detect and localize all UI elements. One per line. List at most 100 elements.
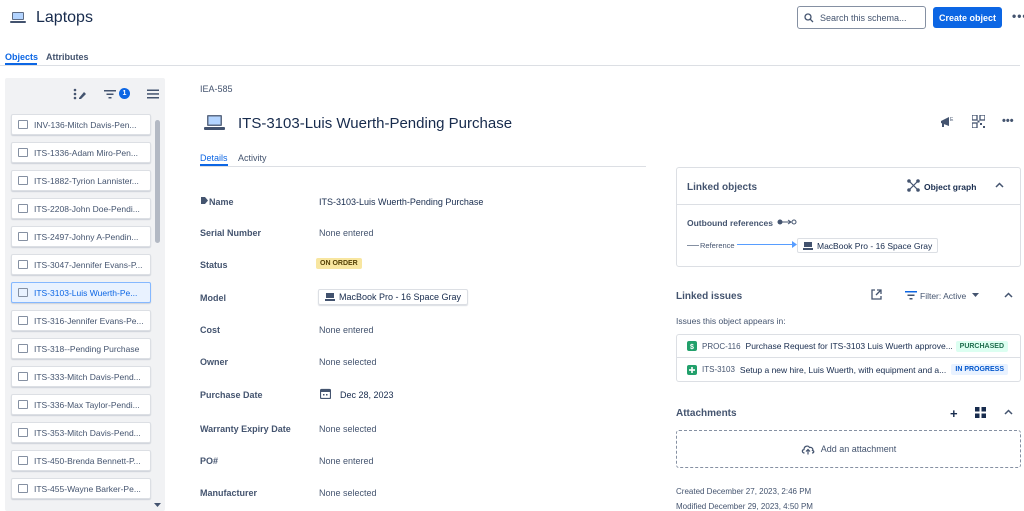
object-title: ITS-3103-Luis Wuerth-Pending Purchase	[238, 115, 513, 132]
list-item[interactable]: ITS-3047-Jennifer Evans-P...	[11, 254, 151, 275]
outbound-references-label: Outbound references	[687, 218, 773, 228]
list-item-label: ITS-2208-John Doe-Pendi...	[34, 203, 140, 214]
list-item-label: ITS-455-Wayne Barker-Pe...	[34, 483, 141, 494]
attr-label-serial: Serial Number	[200, 228, 262, 238]
attr-label-po: PO#	[200, 456, 219, 466]
attr-value-serial[interactable]: None entered	[319, 228, 374, 238]
list-item[interactable]: INV-136-Mitch Davis-Pen...	[11, 114, 151, 135]
attr-value-name[interactable]: ITS-3103-Luis Wuerth-Pending Purchase	[319, 197, 483, 207]
chevron-down-icon[interactable]	[972, 293, 979, 298]
add-attachment-plus-icon[interactable]: +	[950, 406, 958, 421]
tab-objects[interactable]: Objects	[5, 52, 38, 62]
reference-label: Reference	[700, 241, 735, 250]
page-title: Laptops	[36, 9, 93, 26]
list-item-label: ITS-316-Jennifer Evans-Pe...	[34, 315, 144, 326]
search-input[interactable]	[820, 12, 920, 23]
search-icon	[804, 12, 814, 23]
list-item[interactable]: ITS-333-Mitch Davis-Pend...	[11, 366, 151, 387]
list-item[interactable]: ITS-318--Pending Purchase	[11, 338, 151, 359]
issue-row[interactable]: $ PROC-116 Purchase Request for ITS-3103…	[676, 334, 1021, 358]
list-item[interactable]: ITS-3103-Luis Wuerth-Pe...	[11, 282, 151, 303]
list-item-label: ITS-2497-Johny A-Pendin...	[34, 231, 139, 242]
attr-value-po[interactable]: None entered	[319, 456, 374, 466]
object-type-icon	[18, 176, 28, 185]
attr-value-cost[interactable]: None entered	[319, 325, 374, 335]
attr-value-warranty[interactable]: None selected	[319, 424, 377, 434]
list-item[interactable]: ITS-336-Max Taylor-Pendi...	[11, 394, 151, 415]
attr-label-purchase-date: Purchase Date	[200, 390, 263, 400]
add-attachment-dropzone[interactable]: Add an attachment	[676, 430, 1021, 468]
svg-text:$: $	[690, 344, 694, 351]
tab-activity[interactable]: Activity	[238, 153, 267, 163]
reference-target-chip[interactable]: MacBook Pro - 16 Space Gray	[797, 238, 939, 253]
object-type-icon	[18, 120, 28, 129]
qr-code-icon[interactable]	[972, 115, 985, 128]
list-item[interactable]: ITS-316-Jennifer Evans-Pe...	[11, 310, 151, 331]
label-icon	[201, 197, 208, 204]
tab-details[interactable]: Details	[200, 153, 228, 163]
list-item-label: INV-136-Mitch Davis-Pen...	[34, 119, 137, 130]
filter-icon[interactable]	[104, 89, 116, 99]
menu-icon[interactable]	[147, 89, 159, 99]
add-attachment-label: Add an attachment	[820, 444, 897, 454]
chevron-up-icon[interactable]	[1004, 409, 1013, 415]
status-badge[interactable]: ON ORDER	[316, 258, 362, 269]
list-item-label: ITS-450-Brenda Bennett-P...	[34, 455, 141, 466]
svg-text:E: E	[950, 117, 954, 123]
list-item[interactable]: ITS-450-Brenda Bennett-P...	[11, 450, 151, 471]
list-item[interactable]: ITS-353-Mitch Davis-Pend...	[11, 422, 151, 443]
story-icon: $	[687, 341, 697, 351]
scrollbar-thumb[interactable]	[155, 120, 160, 243]
edit-attributes-icon[interactable]	[73, 88, 87, 100]
attr-label-model: Model	[200, 293, 226, 303]
chevron-up-icon[interactable]	[995, 182, 1004, 188]
list-item-label: ITS-336-Max Taylor-Pendi...	[34, 399, 140, 410]
list-item-label: ITS-333-Mitch Davis-Pend...	[34, 371, 141, 382]
object-type-icon	[18, 456, 28, 465]
chevron-up-icon[interactable]	[1004, 292, 1013, 298]
attr-value-purchase-date[interactable]: Dec 28, 2023	[340, 390, 394, 400]
grid-view-icon[interactable]	[975, 407, 986, 418]
issue-row[interactable]: ITS-3103 Setup a new hire, Luis Wuerth, …	[676, 358, 1021, 382]
feedback-icon[interactable]: E	[940, 116, 954, 128]
outbound-link-icon	[777, 219, 797, 225]
upload-cloud-icon	[801, 444, 815, 455]
filter-count-badge: 1	[119, 88, 130, 99]
create-object-button[interactable]: Create object	[933, 7, 1002, 28]
list-item[interactable]: ITS-1882-Tyrion Lannister...	[11, 170, 151, 191]
linked-issues-subtitle: Issues this object appears in:	[676, 316, 786, 326]
list-item[interactable]: ITS-2208-John Doe-Pendi...	[11, 198, 151, 219]
reference-arrow-line	[737, 244, 795, 245]
scroll-down-icon[interactable]	[154, 503, 161, 508]
attr-label-manufacturer: Manufacturer	[200, 488, 258, 498]
open-external-icon[interactable]	[871, 289, 882, 300]
issue-key: PROC-116	[702, 341, 741, 351]
attr-value-owner[interactable]: None selected	[319, 357, 377, 367]
issue-filter-dropdown[interactable]: Filter: Active	[920, 291, 966, 301]
list-item[interactable]: ITS-1336-Adam Miro-Pen...	[11, 142, 151, 163]
object-type-icon	[18, 316, 28, 325]
more-options-icon[interactable]: •••	[1012, 9, 1024, 23]
filter-icon[interactable]	[905, 291, 917, 300]
list-item[interactable]: ITS-2497-Johny A-Pendin...	[11, 226, 151, 247]
issue-summary: Purchase Request for ITS-3103 Luis Wuert…	[745, 341, 953, 351]
list-item[interactable]: ITS-455-Wayne Barker-Pe...	[11, 478, 151, 499]
object-type-icon	[18, 428, 28, 437]
list-item-label: ITS-353-Mitch Davis-Pend...	[34, 427, 141, 438]
divider	[676, 204, 1021, 205]
search-box[interactable]	[797, 6, 926, 29]
model-name: MacBook Pro - 16 Space Gray	[339, 292, 462, 302]
reference-line	[687, 245, 699, 246]
object-type-icon	[18, 204, 28, 213]
modified-timestamp: Modified December 29, 2023, 4:50 PM	[676, 502, 813, 511]
object-type-icon	[18, 288, 28, 297]
laptop-icon	[803, 241, 813, 250]
model-reference-chip[interactable]: MacBook Pro - 16 Space Gray	[318, 289, 469, 305]
attr-label-warranty: Warranty Expiry Date	[200, 424, 291, 434]
created-timestamp: Created December 27, 2023, 2:46 PM	[676, 487, 812, 496]
attr-value-manufacturer[interactable]: None selected	[319, 488, 377, 498]
object-graph-button[interactable]: Object graph	[924, 182, 976, 192]
object-graph-icon[interactable]	[907, 179, 920, 192]
more-actions-icon[interactable]: •••	[1002, 115, 1014, 127]
tab-attributes[interactable]: Attributes	[46, 52, 89, 62]
